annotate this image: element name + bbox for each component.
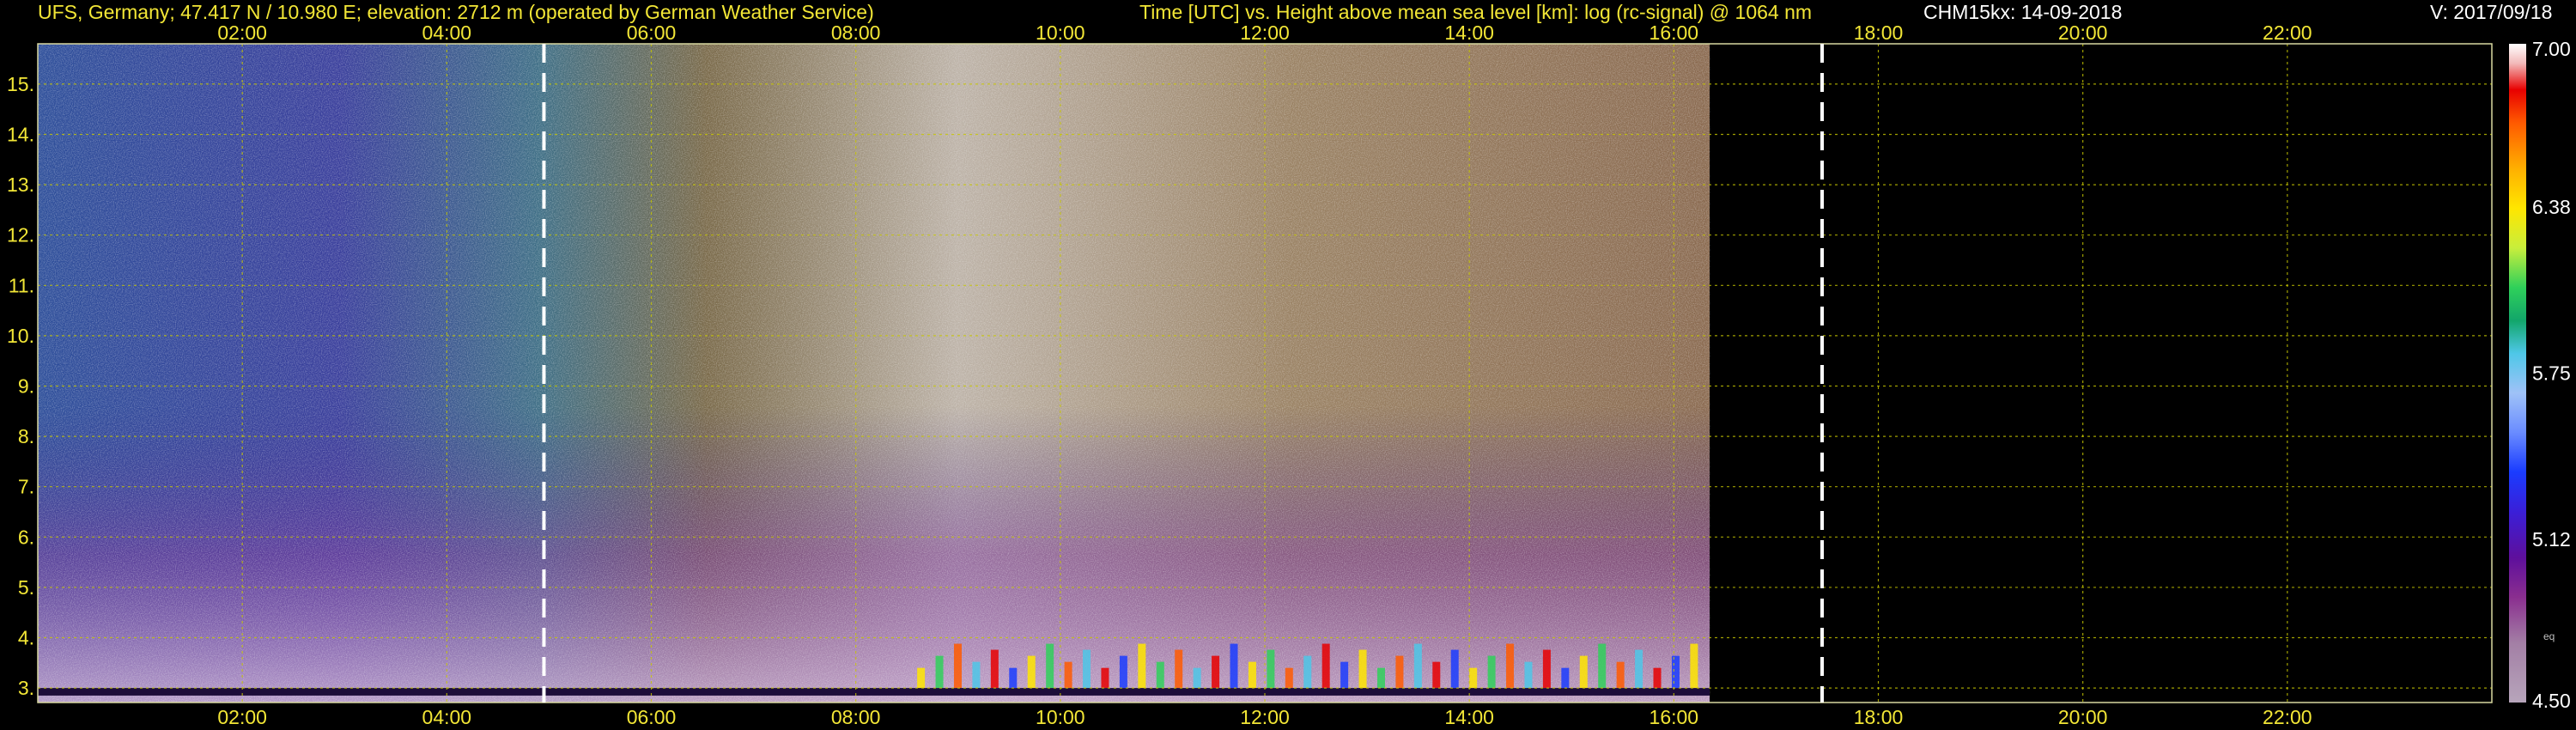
cloud-band — [1671, 655, 1680, 689]
cloud-band — [1009, 667, 1018, 689]
cloud-band — [1487, 655, 1496, 689]
y-tick-label: 8. — [18, 425, 34, 447]
cloud-band — [935, 655, 944, 689]
cloud-band — [1303, 655, 1312, 689]
cloud-band — [990, 649, 999, 689]
cloud-band — [1358, 649, 1367, 689]
x-tick-label-bottom: 20:00 — [2058, 706, 2108, 728]
y-tick-label: 5. — [18, 576, 34, 599]
cloud-band — [1064, 661, 1072, 689]
surface-layer — [38, 688, 1710, 696]
cloud-band — [1083, 649, 1091, 689]
x-tick-label-top: 18:00 — [1854, 21, 1904, 44]
y-tick-label: 7. — [18, 476, 34, 498]
cloud-band — [1138, 643, 1146, 689]
x-tick-label-top: 20:00 — [2058, 21, 2108, 44]
cloud-band — [972, 661, 981, 689]
cloud-band — [1598, 643, 1607, 689]
colorbar-tick-label: 6.38 — [2532, 196, 2571, 218]
y-tick-label: 9. — [18, 375, 34, 398]
x-tick-label-top: 08:00 — [831, 21, 881, 44]
cloud-band — [1101, 667, 1109, 689]
x-tick-label-top: 04:00 — [422, 21, 472, 44]
cloud-band — [1616, 661, 1625, 689]
x-tick-label-bottom: 10:00 — [1036, 706, 1085, 728]
cloud-band — [1175, 649, 1183, 689]
cloud-band — [1212, 655, 1220, 689]
cloud-band — [1321, 643, 1330, 689]
colorbar-tick-label: 5.75 — [2532, 362, 2571, 385]
x-tick-label-bottom: 06:00 — [627, 706, 677, 728]
x-tick-label-bottom: 18:00 — [1854, 706, 1904, 728]
cloud-band — [1193, 667, 1201, 689]
x-tick-label-top: 12:00 — [1240, 21, 1290, 44]
y-tick-label: 3. — [18, 677, 34, 699]
cloud-band — [1156, 661, 1164, 689]
y-tick-label: 12. — [7, 224, 34, 246]
x-tick-label-bottom: 12:00 — [1240, 706, 1290, 728]
cloud-band — [917, 667, 926, 689]
cloud-band — [1340, 661, 1349, 689]
y-tick-label: 4. — [18, 627, 34, 649]
cloud-band — [1432, 661, 1441, 689]
x-tick-label-bottom: 08:00 — [831, 706, 881, 728]
x-tick-label-top: 06:00 — [627, 21, 677, 44]
x-axis-top: 02:00 04:00 06:00 08:00 10:00 12:00 14:00 16:00… — [217, 21, 2312, 44]
colorbar-tick-label: 5.12 — [2532, 528, 2571, 551]
x-tick-label-bottom: 02:00 — [217, 706, 267, 728]
cloud-band — [1524, 661, 1533, 689]
x-tick-label-top: 22:00 — [2263, 21, 2312, 44]
x-axis-bottom: 02:00 04:00 06:00 08:00 10:00 12:00 14:00 16:00… — [217, 706, 2312, 728]
cloud-band — [1653, 667, 1662, 689]
cloud-band — [1450, 649, 1459, 689]
colorbar-gradient — [2509, 44, 2526, 703]
x-tick-label-top: 10:00 — [1036, 21, 1085, 44]
colorbar-tick-label: 7.00 — [2532, 38, 2571, 60]
cloud-band — [1230, 643, 1238, 689]
cloud-band — [1690, 643, 1698, 689]
x-tick-label-bottom: 04:00 — [422, 706, 472, 728]
y-tick-label: 10. — [7, 325, 34, 347]
colorbar: 7.00 6.38 5.75 5.12 4.50 eq — [2509, 38, 2571, 712]
y-tick-label: 13. — [7, 173, 34, 196]
signal-noise — [38, 44, 1710, 703]
y-tick-label: 11. — [9, 274, 34, 296]
cloud-band — [1267, 649, 1275, 689]
cloud-band — [1413, 643, 1422, 689]
cloud-band — [1469, 667, 1478, 689]
cloud-band — [1635, 649, 1643, 689]
y-tick-label: 15. — [7, 73, 34, 95]
cloud-band — [1561, 667, 1570, 689]
cloud-band — [1395, 655, 1404, 689]
x-tick-label-top: 14:00 — [1444, 21, 1494, 44]
x-tick-label-top: 02:00 — [217, 21, 267, 44]
cloud-band — [1027, 655, 1036, 689]
colorbar-small-label: eq — [2543, 630, 2555, 642]
cloud-band — [1285, 667, 1293, 689]
y-axis: 3. 4. 5. 6. 7. 8. 9. 10. 11. 12. 13. 14. 15. — [7, 73, 34, 699]
x-tick-label-bottom: 14:00 — [1444, 706, 1494, 728]
cloud-band — [1542, 649, 1551, 689]
cloud-band — [1046, 643, 1054, 689]
cloud-band — [953, 643, 962, 689]
cloud-band — [1119, 655, 1127, 689]
cloud-band — [1579, 655, 1588, 689]
y-tick-label: 6. — [18, 526, 34, 548]
colorbar-tick-label: 4.50 — [2532, 690, 2571, 712]
x-tick-label-bottom: 22:00 — [2263, 706, 2312, 728]
cloud-band — [1248, 661, 1256, 689]
y-tick-label: 14. — [7, 123, 34, 145]
lidar-heatmap-chart: 02:00 04:00 06:00 08:00 10:00 12:00 14:00 16:00… — [7, 21, 2571, 728]
cloud-band — [1376, 667, 1385, 689]
x-tick-label-bottom: 16:00 — [1649, 706, 1699, 728]
x-tick-label-top: 16:00 — [1649, 21, 1699, 44]
cloud-band — [1506, 643, 1515, 689]
